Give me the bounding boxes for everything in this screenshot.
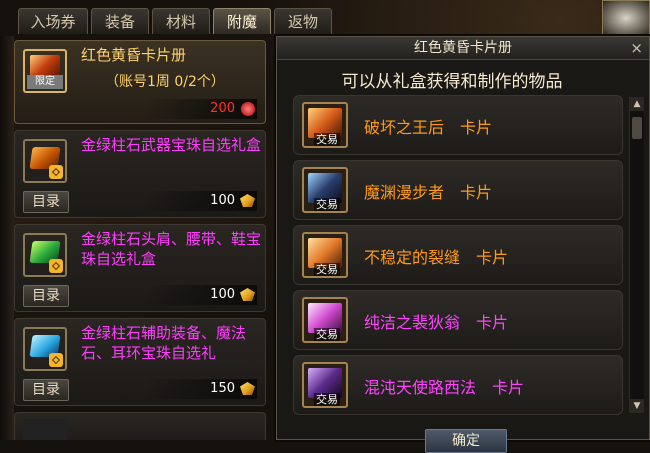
- catalog-button[interactable]: 目录: [23, 285, 69, 307]
- trade-tag: 交易: [314, 328, 340, 341]
- item-name: 红色黄昏卡片册: [81, 46, 187, 64]
- card-icon: 交易: [302, 232, 348, 278]
- featured-item-card[interactable]: 限定 红色黄昏卡片册 （账号1周 0/2个） 200: [14, 40, 266, 124]
- item-icon-placeholder: [23, 419, 67, 440]
- gem-box-icon: ⬦: [23, 327, 67, 371]
- tab-enchant[interactable]: 附魔: [213, 8, 271, 34]
- price: 150: [145, 379, 257, 399]
- card-list-scrollbar[interactable]: ▲ ▼: [629, 97, 644, 413]
- shop-item-list: 限定 红色黄昏卡片册 （账号1周 0/2个） 200 ⬦ 金绿柱石武器宝珠自选礼…: [14, 36, 266, 440]
- gold-coin-icon: [240, 382, 255, 395]
- left-pillar-decoration: [0, 36, 14, 440]
- card-icon: 交易: [302, 297, 348, 343]
- card-list-item[interactable]: 交易 破坏之王后 卡片: [293, 95, 623, 155]
- card-list-item[interactable]: 交易 不稳定的裂缝 卡片: [293, 225, 623, 285]
- confirm-button[interactable]: 确定: [425, 429, 507, 453]
- card-icon: 交易: [302, 362, 348, 408]
- card-name: 纯洁之裴狄翁 卡片: [364, 313, 509, 332]
- card-icon: 交易: [302, 102, 348, 148]
- card-name: 不稳定的裂缝 卡片: [364, 248, 509, 267]
- catalog-button[interactable]: 目录: [23, 191, 69, 213]
- close-icon[interactable]: ×: [630, 37, 643, 59]
- price: 100: [145, 191, 257, 211]
- catalog-button[interactable]: 目录: [23, 379, 69, 401]
- price-value: 100: [210, 193, 235, 208]
- trade-tag: 交易: [314, 133, 340, 146]
- limited-tag: 限定: [27, 75, 63, 89]
- tab-return[interactable]: 返物: [274, 8, 332, 34]
- item-name: 金绿柱石辅助装备、魔法石、耳环宝珠自选礼: [81, 324, 247, 362]
- price-value: 100: [210, 287, 235, 302]
- popup-titlebar: 红色黄昏卡片册 ×: [277, 37, 649, 60]
- gold-coin-icon: [240, 194, 255, 207]
- scroll-down-icon[interactable]: ▼: [630, 399, 644, 413]
- shop-item-card[interactable]: ⬦ 金绿柱石辅助装备、魔法石、耳环宝珠自选礼 目录 150: [14, 318, 266, 406]
- character-portrait[interactable]: [602, 0, 650, 36]
- popup-title: 红色黄昏卡片册: [414, 40, 512, 56]
- scroll-thumb[interactable]: [632, 117, 642, 139]
- scroll-up-icon[interactable]: ▲: [630, 97, 644, 111]
- card-album-icon: 限定: [23, 49, 67, 93]
- price-value: 150: [210, 381, 235, 396]
- trade-tag: 交易: [314, 263, 340, 276]
- trade-tag: 交易: [314, 198, 340, 211]
- card-list-item[interactable]: 交易 纯洁之裴狄翁 卡片: [293, 290, 623, 350]
- currency-icon: [241, 102, 255, 116]
- price-value: 200: [210, 101, 235, 116]
- gem-box-icon: ⬦: [23, 139, 67, 183]
- card-name: 魔渊漫步者 卡片: [364, 183, 493, 202]
- card-name: 混沌天使路西法 卡片: [364, 378, 525, 397]
- tab-equipment[interactable]: 装备: [91, 8, 149, 34]
- card-name: 破坏之王后 卡片: [364, 118, 493, 137]
- trade-tag: 交易: [314, 393, 340, 406]
- card-album-popup: 红色黄昏卡片册 × 可以从礼盒获得和制作的物品 交易 破坏之王后 卡片 交易 魔…: [276, 36, 650, 453]
- shop-item-card[interactable]: ⬦ 金绿柱石武器宝珠自选礼盒 目录 100: [14, 130, 266, 218]
- gem-box-icon: ⬦: [23, 233, 67, 277]
- shop-item-card-partial[interactable]: [14, 412, 266, 440]
- shop-item-card[interactable]: ⬦ 金绿柱石头肩、腰带、鞋宝珠自选礼盒 目录 100: [14, 224, 266, 312]
- popup-subtitle: 可以从礼盒获得和制作的物品: [341, 72, 563, 92]
- item-name: 金绿柱石武器宝珠自选礼盒: [81, 136, 262, 154]
- price: 100: [145, 285, 257, 305]
- shop-tabs: 入场券 装备 材料 附魔 返物: [0, 0, 560, 38]
- tab-materials[interactable]: 材料: [152, 8, 210, 34]
- tab-tickets[interactable]: 入场券: [18, 8, 88, 34]
- card-list-item[interactable]: 交易 魔渊漫步者 卡片: [293, 160, 623, 220]
- item-name: 金绿柱石头肩、腰带、鞋宝珠自选礼盒: [81, 230, 262, 268]
- card-list: 交易 破坏之王后 卡片 交易 魔渊漫步者 卡片 交易 不稳定的裂缝 卡片 交易 …: [293, 95, 623, 441]
- price: 200: [145, 99, 257, 119]
- card-list-item[interactable]: 交易 混沌天使路西法 卡片: [293, 355, 623, 415]
- purchase-limit: （账号1周 0/2个）: [105, 74, 225, 90]
- card-icon: 交易: [302, 167, 348, 213]
- gold-coin-icon: [240, 288, 255, 301]
